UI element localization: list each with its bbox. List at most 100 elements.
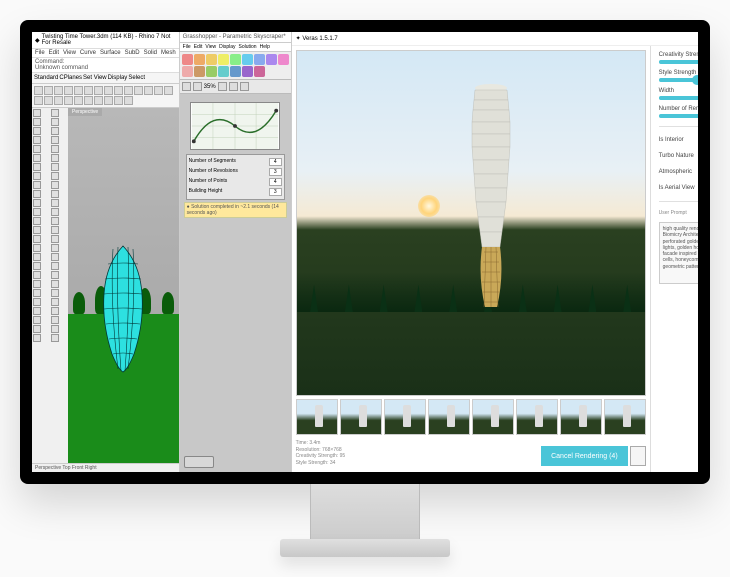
gh-tool-icon[interactable] <box>182 82 191 91</box>
rhino-side-tool[interactable] <box>33 253 41 261</box>
slider-creativity-strength[interactable] <box>659 60 698 64</box>
render-thumbnail[interactable] <box>428 399 470 435</box>
gh-menu-edit[interactable]: Edit <box>194 44 203 50</box>
rhino-side-tool[interactable] <box>51 334 59 342</box>
more-button[interactable] <box>630 446 646 466</box>
param-value[interactable]: 3 <box>269 168 282 176</box>
rhino-command-line[interactable]: Command: Unknown command <box>32 58 179 73</box>
gh-component-icon[interactable] <box>206 54 217 65</box>
rhino-tool-icon[interactable] <box>64 96 73 105</box>
menu-surface[interactable]: Surface <box>100 50 121 56</box>
rhino-tool-icon[interactable] <box>114 96 123 105</box>
menu-mesh[interactable]: Mesh <box>161 50 176 56</box>
gh-component-icon[interactable] <box>230 66 241 77</box>
rhino-side-tool[interactable] <box>51 181 59 189</box>
rhino-tool-icon[interactable] <box>44 96 53 105</box>
gh-tool-icon[interactable] <box>240 82 249 91</box>
rhino-toolbar[interactable] <box>32 84 179 108</box>
rhino-side-toolbar-left[interactable] <box>32 108 50 463</box>
rhino-side-tool[interactable] <box>33 190 41 198</box>
rhino-side-tool[interactable] <box>51 190 59 198</box>
rhino-side-tool[interactable] <box>33 325 41 333</box>
vt-display[interactable]: Display <box>108 75 128 81</box>
gh-component-icon[interactable] <box>206 66 217 77</box>
rhino-side-tool[interactable] <box>51 172 59 180</box>
rhino-side-tool[interactable] <box>51 118 59 126</box>
rhino-side-tool[interactable] <box>51 226 59 234</box>
rhino-side-tool[interactable] <box>51 280 59 288</box>
gh-tool-icon[interactable] <box>218 82 227 91</box>
rhino-side-tool[interactable] <box>33 217 41 225</box>
rhino-side-tool[interactable] <box>33 298 41 306</box>
rhino-side-tool[interactable] <box>51 109 59 117</box>
rhino-side-toolbar-right[interactable] <box>50 108 68 463</box>
rhino-tool-icon[interactable] <box>54 86 63 95</box>
vt-setview[interactable]: Set View <box>83 75 107 81</box>
vt-cplanes[interactable]: CPlanes <box>59 75 82 81</box>
rhino-side-tool[interactable] <box>51 199 59 207</box>
rhino-tool-icon[interactable] <box>124 86 133 95</box>
rhino-tool-icon[interactable] <box>154 86 163 95</box>
render-preview[interactable] <box>296 50 646 396</box>
slider-style-strength[interactable] <box>659 78 698 82</box>
menu-subd[interactable]: SubD <box>125 50 140 56</box>
rhino-tool-icon[interactable] <box>134 86 143 95</box>
viewport-tab[interactable]: Perspective <box>68 108 102 116</box>
gh-component-icon[interactable] <box>218 54 229 65</box>
rhino-side-tool[interactable] <box>51 127 59 135</box>
rhino-viewport[interactable]: Perspective <box>68 108 179 463</box>
render-thumbnail[interactable] <box>604 399 646 435</box>
gh-graph-editor[interactable] <box>190 102 280 150</box>
vt-select[interactable]: Select <box>128 75 145 81</box>
cancel-rendering-button[interactable]: Cancel Rendering (4) <box>541 446 628 466</box>
render-thumbnail[interactable] <box>296 399 338 435</box>
rhino-side-tool[interactable] <box>51 298 59 306</box>
rhino-tool-icon[interactable] <box>64 86 73 95</box>
gh-component-icon[interactable] <box>242 66 253 77</box>
gh-component-icon[interactable] <box>182 66 193 77</box>
rhino-tool-icon[interactable] <box>44 86 53 95</box>
rhino-tool-icon[interactable] <box>74 86 83 95</box>
gh-component-icon[interactable] <box>182 54 193 65</box>
rhino-side-tool[interactable] <box>51 316 59 324</box>
rhino-tool-icon[interactable] <box>34 86 43 95</box>
slider-width[interactable] <box>659 96 698 100</box>
model-vase[interactable] <box>98 244 148 374</box>
gh-menubar[interactable]: File Edit View Display Solution Help <box>180 43 291 52</box>
rhino-side-tool[interactable] <box>51 154 59 162</box>
gh-tool-icon[interactable] <box>229 82 238 91</box>
param-value[interactable]: 3 <box>269 188 282 196</box>
rhino-side-tool[interactable] <box>51 307 59 315</box>
rhino-side-tool[interactable] <box>51 145 59 153</box>
gh-tool-icon[interactable] <box>193 82 202 91</box>
rhino-tool-icon[interactable] <box>104 96 113 105</box>
rhino-side-tool[interactable] <box>33 226 41 234</box>
rhino-side-tool[interactable] <box>33 280 41 288</box>
render-thumbnail[interactable] <box>384 399 426 435</box>
gh-params-panel[interactable]: Number of Segments4Number of Revolsions3… <box>186 154 285 200</box>
rhino-tool-icon[interactable] <box>114 86 123 95</box>
rhino-tool-icon[interactable] <box>104 86 113 95</box>
rhino-side-tool[interactable] <box>33 289 41 297</box>
rhino-side-tool[interactable] <box>51 136 59 144</box>
rhino-side-tool[interactable] <box>51 262 59 270</box>
gh-menu-file[interactable]: File <box>183 44 191 50</box>
gh-component-icon[interactable] <box>230 54 241 65</box>
rhino-tool-icon[interactable] <box>84 86 93 95</box>
rhino-menubar[interactable]: File Edit View Curve Surface SubD Solid … <box>32 49 179 58</box>
gh-canvas[interactable]: Number of Segments4Number of Revolsions3… <box>180 94 291 472</box>
rhino-tool-icon[interactable] <box>54 96 63 105</box>
rhino-side-tool[interactable] <box>33 118 41 126</box>
menu-view[interactable]: View <box>63 50 76 56</box>
gh-component-icon[interactable] <box>242 54 253 65</box>
rhino-side-tool[interactable] <box>33 334 41 342</box>
gh-node[interactable] <box>184 456 214 468</box>
rhino-side-tool[interactable] <box>51 235 59 243</box>
rhino-footer-tabs[interactable]: Perspective Top Front Right <box>32 463 179 472</box>
menu-file[interactable]: File <box>35 50 45 56</box>
rhino-side-tool[interactable] <box>33 262 41 270</box>
rhino-side-tool[interactable] <box>33 163 41 171</box>
rhino-tool-icon[interactable] <box>74 96 83 105</box>
param-value[interactable]: 4 <box>269 178 282 186</box>
rhino-side-tool[interactable] <box>51 289 59 297</box>
